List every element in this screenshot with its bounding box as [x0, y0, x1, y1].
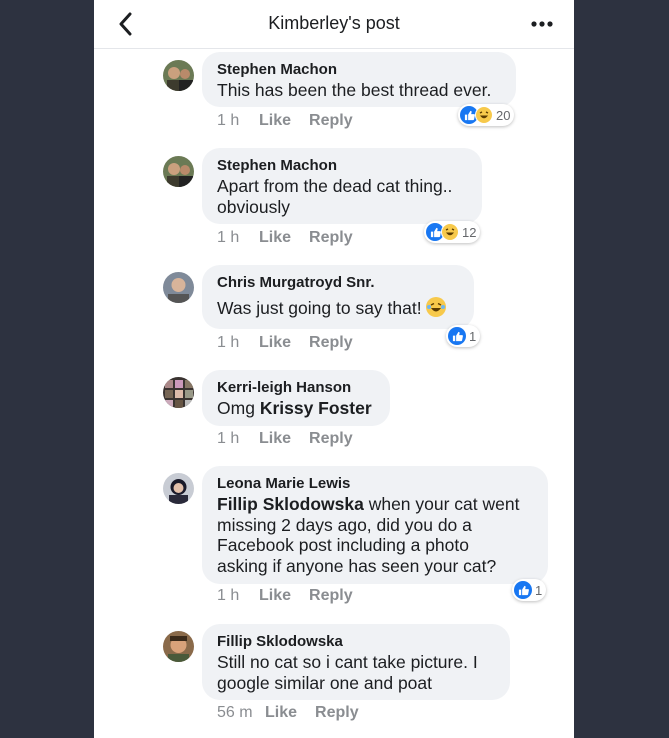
reaction-count: 1 [469, 328, 477, 344]
like-button[interactable]: Like [259, 112, 291, 130]
reply-button[interactable]: Reply [309, 587, 353, 605]
reaction-summary[interactable]: 20 [458, 104, 515, 126]
reaction-count: 20 [496, 107, 511, 123]
like-button[interactable]: Like [265, 704, 297, 722]
comment-text-line: Still no cat so i cant take picture. I [217, 652, 478, 672]
reply-button[interactable]: Reply [315, 704, 359, 722]
comment-timestamp: 1 h [217, 334, 240, 351]
comment-text-line: missing 2 days ago, did you do a [217, 514, 472, 535]
comment-actions: 1 h Like Reply [217, 229, 353, 247]
comment-bubble[interactable]: Chris Murgatroyd Snr. Was just going to … [202, 265, 474, 329]
like-button[interactable]: Like [259, 334, 291, 352]
comment-actions: 1 h Like Reply [217, 430, 353, 448]
haha-reaction-icon [441, 223, 459, 241]
post-comments-screen: Kimberley's post Stephen Machon This has… [94, 0, 574, 738]
comment-timestamp: 1 h [217, 430, 240, 447]
mention-link[interactable]: Krissy Foster [260, 398, 372, 418]
comment-actions: 1 h Like Reply [217, 334, 353, 352]
reply-button[interactable]: Reply [309, 229, 353, 247]
comment-author[interactable]: Kerri-leigh Hanson [217, 379, 375, 397]
comment-timestamp: 1 h [217, 587, 240, 604]
comment-text: Omg Krissy Foster [217, 398, 375, 419]
comment-author[interactable]: Chris Murgatroyd Snr. [217, 274, 459, 292]
comment-text: Was just going to say that! [217, 297, 459, 319]
reaction-count: 1 [535, 582, 543, 598]
reply-button[interactable]: Reply [309, 334, 353, 352]
more-options-button[interactable] [530, 14, 554, 34]
comment-author[interactable]: Stephen Machon [217, 157, 467, 175]
comment-timestamp: 1 h [217, 229, 240, 246]
comment-bubble[interactable]: Stephen Machon This has been the best th… [202, 52, 516, 107]
reaction-count: 12 [462, 224, 477, 240]
avatar[interactable] [163, 473, 194, 504]
like-reaction-icon [448, 327, 466, 345]
like-button[interactable]: Like [259, 229, 291, 247]
avatar[interactable] [163, 272, 194, 303]
comment-author[interactable]: Fillip Sklodowska [217, 633, 495, 651]
like-button[interactable]: Like [259, 587, 291, 605]
like-reaction-icon [514, 581, 532, 599]
comment-bubble[interactable]: Kerri-leigh Hanson Omg Krissy Foster [202, 370, 390, 426]
more-dots-icon [531, 21, 553, 27]
comment-author[interactable]: Leona Marie Lewis [217, 475, 533, 493]
comment-text-line: obviously [217, 196, 290, 217]
laughing-emoji-icon [426, 297, 447, 317]
comment-bubble[interactable]: Leona Marie Lewis Fillip Sklodowska when… [202, 466, 548, 584]
avatar[interactable] [163, 60, 194, 91]
page-title: Kimberley's post [268, 13, 400, 33]
top-bar: Kimberley's post [94, 0, 574, 49]
reaction-summary[interactable]: 1 [446, 325, 481, 347]
comment-text-content: Omg [217, 398, 255, 418]
comment-text-content: Was just going to say that! [217, 298, 422, 318]
comment-actions: 56 m Like Reply [217, 704, 359, 722]
comment-timestamp: 1 h [217, 112, 240, 129]
reply-button[interactable]: Reply [309, 112, 353, 130]
comment-text-line: Facebook post including a photo [217, 535, 469, 555]
comment-timestamp: 56 m [217, 704, 253, 721]
comment-author[interactable]: Stephen Machon [217, 61, 501, 79]
avatar[interactable] [163, 377, 194, 408]
avatar[interactable] [163, 631, 194, 662]
comment-actions: 1 h Like Reply [217, 112, 353, 130]
comment-text-line: Apart from the dead cat thing.. [217, 176, 453, 196]
haha-reaction-icon [475, 106, 493, 124]
reaction-summary[interactable]: 12 [424, 221, 481, 243]
mention-link[interactable]: Fillip Sklodowska [217, 494, 364, 514]
comment-text-line: Fillip Sklodowska when your cat went [217, 494, 533, 515]
comment-text-line: google similar one and poat [217, 672, 433, 693]
comment-actions: 1 h Like Reply [217, 587, 353, 605]
comment-text: This has been the best thread ever. [217, 80, 492, 100]
comment-bubble[interactable]: Stephen Machon Apart from the dead cat t… [202, 148, 482, 224]
reaction-summary[interactable]: 1 [512, 579, 547, 601]
comment-text-line: asking if anyone has seen your cat? [217, 555, 497, 576]
comment-bubble[interactable]: Fillip Sklodowska Still no cat so i cant… [202, 624, 510, 700]
reply-button[interactable]: Reply [309, 430, 353, 448]
avatar[interactable] [163, 156, 194, 187]
like-button[interactable]: Like [259, 430, 291, 448]
comment-text-content: when your cat went [363, 494, 520, 514]
